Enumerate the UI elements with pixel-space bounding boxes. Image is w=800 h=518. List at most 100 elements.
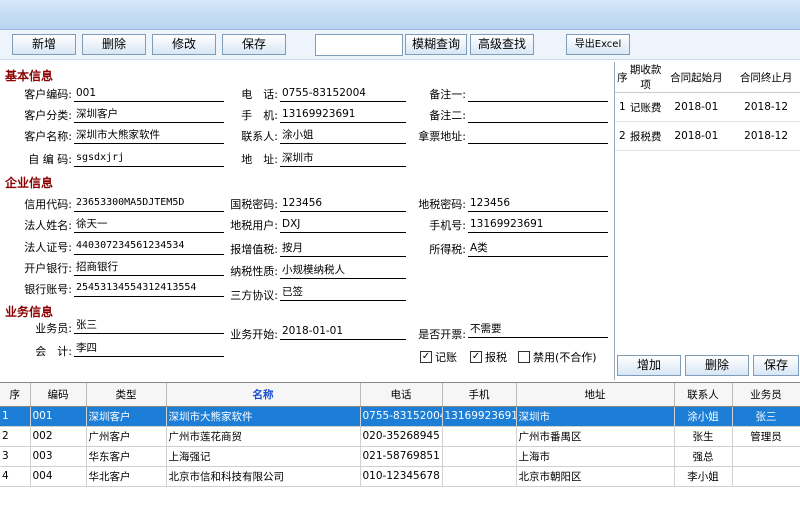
table-cell: 涂小姐: [674, 406, 733, 427]
tripartite-agreement-field[interactable]: 已签: [280, 284, 406, 301]
fee-row[interactable]: 1 记账费 2018-01 2018-12: [615, 92, 800, 122]
table-cell: 深圳客户: [86, 406, 167, 427]
accountant-field[interactable]: 李四: [74, 340, 224, 357]
legal-id-label: 法人证号:: [24, 241, 72, 254]
credit-code-label: 信用代码:: [24, 198, 72, 211]
salesman-field[interactable]: 张三: [74, 317, 224, 334]
gov-tax-password-label: 国税密码:: [230, 198, 278, 211]
table-cell: 广州市番禺区: [516, 426, 675, 447]
fee-save-button[interactable]: 保存: [753, 355, 799, 376]
table-cell: 李小姐: [674, 466, 733, 487]
table-cell: 北京市信和科技有限公司: [166, 466, 361, 487]
table-row[interactable]: 3 003 华东客户 上海强记 021-58769851 上海市 强总: [0, 446, 800, 467]
grid-col-code[interactable]: 编码: [30, 383, 87, 407]
self-code-field[interactable]: sgsdxjrj: [74, 150, 224, 167]
phone-field[interactable]: 0755-83152004: [280, 85, 406, 102]
tax-filing-label: 报税: [485, 351, 507, 364]
advanced-search-button[interactable]: 高级查找: [470, 34, 534, 55]
grid-col-phone[interactable]: 电话: [360, 383, 443, 407]
search-input[interactable]: [315, 34, 403, 56]
edit-button[interactable]: 修改: [152, 34, 216, 55]
table-cell: 4: [0, 466, 31, 487]
customer-form: 基本信息 客户编码: 001 客户分类: 深圳客户 客户名称: 深圳市大熊家软件…: [0, 62, 612, 380]
checkmark-icon: ✓: [420, 351, 432, 363]
local-tax-user-field[interactable]: DXJ: [280, 216, 406, 233]
mobile-field[interactable]: 13169923691: [280, 106, 406, 123]
table-cell: 广州客户: [86, 426, 167, 447]
grid-col-address[interactable]: 地址: [516, 383, 675, 407]
table-cell: [442, 446, 517, 467]
note2-field[interactable]: [468, 106, 608, 123]
customer-code-field[interactable]: 001: [74, 85, 224, 102]
table-row[interactable]: 1 001 深圳客户 深圳市大熊家软件 0755-83152004 131699…: [0, 406, 800, 427]
fee-cell: 2018-12: [731, 121, 800, 151]
note1-field[interactable]: [468, 85, 608, 102]
legal-id-field[interactable]: 440307234561234534: [74, 238, 224, 255]
credit-code-field[interactable]: 23653300MA5DJTEM5D: [74, 195, 224, 212]
disable-label: 禁用(不合作): [533, 351, 597, 364]
income-tax-field[interactable]: A类: [468, 240, 608, 257]
mobile-number-label: 手机号:: [429, 219, 466, 232]
legal-name-field[interactable]: 徐天一: [74, 216, 224, 233]
tripartite-agreement-label: 三方协议:: [230, 289, 278, 302]
business-start-field[interactable]: 2018-01-01: [280, 323, 406, 340]
bank-account-label: 银行账号:: [24, 283, 72, 296]
fuzzy-search-button[interactable]: 模糊查询: [405, 34, 467, 55]
fee-col-index: 序: [615, 62, 630, 93]
fee-cell: 记账费: [629, 92, 662, 122]
table-cell: 强总: [674, 446, 733, 467]
grid-col-index[interactable]: 序: [0, 383, 31, 407]
fee-delete-button[interactable]: 删除: [685, 355, 749, 376]
table-cell: 002: [30, 426, 87, 447]
table-cell: 华东客户: [86, 446, 167, 467]
table-cell: 上海强记: [166, 446, 361, 467]
fee-table: 序 期收款项 合同起始月 合同终止月 1 记账费 2018-01 2018-12…: [615, 62, 800, 151]
fee-cell: 2018-01: [661, 92, 732, 122]
bank-account-field[interactable]: 25453134554312413554: [74, 280, 224, 297]
ticket-address-label: 拿票地址:: [418, 130, 466, 143]
grid-col-contact[interactable]: 联系人: [674, 383, 733, 407]
grid-col-salesman[interactable]: 业务员: [732, 383, 800, 407]
grid-col-type[interactable]: 类型: [86, 383, 167, 407]
local-tax-password-label: 地税密码:: [418, 198, 466, 211]
customer-name-field[interactable]: 深圳市大熊家软件: [74, 127, 224, 144]
tax-nature-field[interactable]: 小规模纳税人: [280, 262, 406, 279]
customer-code-label: 客户编码:: [24, 88, 72, 101]
table-cell: 021-58769851: [360, 446, 443, 467]
bank-field[interactable]: 招商银行: [74, 259, 224, 276]
section-basic-title: 基本信息: [5, 69, 54, 83]
export-excel-button[interactable]: 导出Excel: [566, 34, 630, 55]
fee-add-button[interactable]: 增加: [617, 355, 681, 376]
save-button[interactable]: 保存: [222, 34, 286, 55]
add-button[interactable]: 新增: [12, 34, 76, 55]
section-enterprise-title: 企业信息: [5, 176, 54, 190]
ticket-address-field[interactable]: [468, 127, 608, 144]
tax-filing-checkbox[interactable]: ✓ 报税: [470, 349, 507, 365]
contact-field[interactable]: 涂小姐: [280, 127, 406, 144]
table-cell: 深圳市: [516, 406, 675, 427]
gov-tax-password-field[interactable]: 123456: [280, 195, 406, 212]
grid-col-name[interactable]: 名称: [166, 383, 361, 407]
accountant-label: 会 计:: [35, 345, 72, 358]
table-cell: 管理员: [732, 426, 800, 447]
disable-checkbox[interactable]: 禁用(不合作): [518, 349, 597, 365]
note2-label: 备注二:: [429, 109, 466, 122]
business-start-label: 业务开始:: [230, 328, 278, 341]
mobile-number-field[interactable]: 13169923691: [468, 216, 608, 233]
table-row[interactable]: 4 004 华北客户 北京市信和科技有限公司 010-12345678 北京市朝…: [0, 466, 800, 487]
grid-col-mobile[interactable]: 手机: [442, 383, 517, 407]
delete-button[interactable]: 删除: [82, 34, 146, 55]
local-tax-password-field[interactable]: 123456: [468, 195, 608, 212]
fee-row[interactable]: 2 报税费 2018-01 2018-12: [615, 121, 800, 151]
customer-category-field[interactable]: 深圳客户: [74, 106, 224, 123]
table-row[interactable]: 2 002 广州客户 广州市莲花商贸 020-35268945 广州市番禺区 张…: [0, 426, 800, 447]
table-cell: 张三: [732, 406, 800, 427]
address-field[interactable]: 深圳市: [280, 150, 406, 167]
empty-box-icon: [518, 351, 530, 363]
bookkeeping-checkbox[interactable]: ✓ 记账: [420, 349, 457, 365]
invoice-field[interactable]: 不需要: [468, 321, 608, 338]
fee-col-end: 合同终止月: [731, 62, 800, 93]
vat-field[interactable]: 按月: [280, 240, 406, 257]
table-cell: [442, 466, 517, 487]
fee-panel: 序 期收款项 合同起始月 合同终止月 1 记账费 2018-01 2018-12…: [614, 62, 800, 380]
